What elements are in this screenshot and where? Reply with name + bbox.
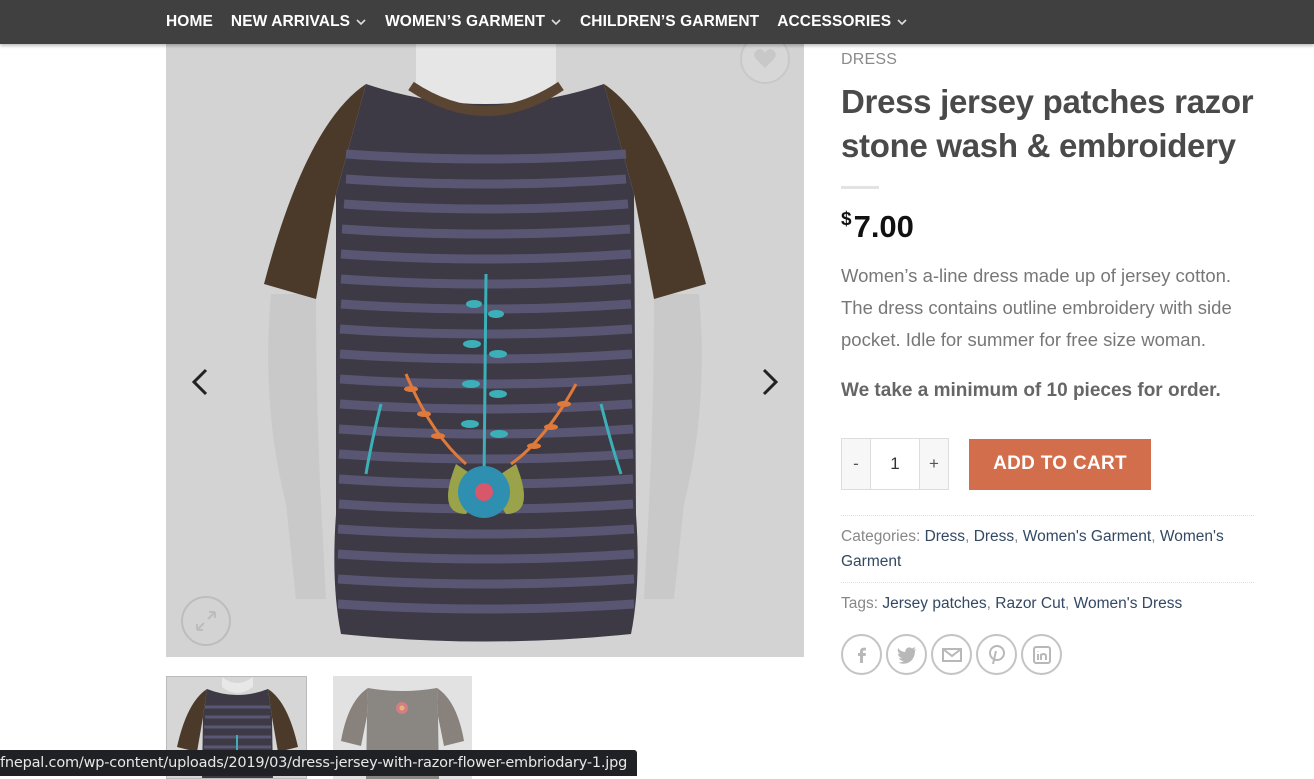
add-to-cart-button[interactable]: ADD TO CART bbox=[969, 438, 1151, 490]
product-photo bbox=[264, 44, 706, 642]
chevron-down-icon bbox=[897, 19, 907, 26]
tags-row: Tags: Jersey patches, Razor Cut, Women's… bbox=[841, 582, 1254, 624]
quantity-decrease-button[interactable]: - bbox=[842, 439, 870, 489]
nav-item-label: CHILDREN’S GARMENT bbox=[580, 13, 760, 30]
share-buttons bbox=[841, 634, 1066, 675]
nav-item-label: WOMEN’S GARMENT bbox=[385, 13, 546, 30]
category-link[interactable]: Women's Garment bbox=[1023, 528, 1151, 545]
nav-item-womens-garment[interactable]: WOMEN’S GARMENT bbox=[385, 13, 562, 31]
category-link[interactable]: Dress bbox=[925, 528, 965, 545]
tag-link[interactable]: Women's Dress bbox=[1074, 595, 1183, 612]
product-description: Women’s a-line dress made up of jersey c… bbox=[841, 265, 1232, 350]
product-price: $ 7.00 bbox=[841, 209, 1256, 245]
heart-icon bbox=[754, 49, 776, 68]
product-info: HOME/NEW ARRIVALS/WOMEN’S GARMENT/DRESS … bbox=[841, 30, 1256, 675]
quantity-increase-button[interactable]: + bbox=[920, 439, 948, 489]
minimum-order-note: We take a minimum of 10 pieces for order… bbox=[841, 380, 1221, 401]
breadcrumb-dress[interactable]: DRESS bbox=[841, 51, 897, 68]
title-divider bbox=[841, 186, 879, 189]
share-twitter-button[interactable] bbox=[886, 634, 927, 675]
share-linkedin-button[interactable] bbox=[1021, 634, 1062, 675]
category-link[interactable]: Dress bbox=[974, 528, 1014, 545]
nav-item-label: NEW ARRIVALS bbox=[230, 13, 351, 30]
chevron-right-icon[interactable] bbox=[754, 362, 784, 402]
tag-link[interactable]: Razor Cut bbox=[995, 595, 1065, 612]
browser-status-bar: fnepal.com/wp-content/uploads/2019/03/dr… bbox=[0, 750, 638, 776]
nav-item-label: ACCESSORIES bbox=[777, 13, 892, 30]
add-to-cart-form: - 1 + ADD TO CART bbox=[841, 438, 1151, 490]
tags-label: Tags: bbox=[841, 595, 879, 612]
email-icon bbox=[941, 647, 962, 662]
chevron-down-icon bbox=[356, 19, 366, 26]
product-main-image[interactable] bbox=[166, 44, 804, 657]
share-pinterest-button[interactable] bbox=[976, 634, 1017, 675]
product-meta: Categories: Dress, Dress, Women's Garmen… bbox=[841, 515, 1254, 624]
twitter-icon bbox=[897, 646, 916, 664]
pinterest-icon bbox=[988, 644, 1005, 664]
product-title: Dress jersey patches razor stone wash & … bbox=[841, 83, 1254, 164]
quantity-stepper: - 1 + bbox=[841, 438, 949, 490]
chevron-left-icon[interactable] bbox=[186, 362, 216, 402]
quantity-input[interactable]: 1 bbox=[870, 439, 920, 489]
linkedin-icon bbox=[1032, 645, 1051, 664]
price-amount: 7.00 bbox=[853, 209, 914, 244]
top-navigation: HOME NEW ARRIVALS WOMEN’S GARMENT CHILDR… bbox=[0, 0, 1314, 44]
nav-menu: HOME NEW ARRIVALS WOMEN’S GARMENT CHILDR… bbox=[166, 0, 926, 44]
price-currency: $ bbox=[841, 209, 852, 230]
share-email-button[interactable] bbox=[931, 634, 972, 675]
nav-item-home[interactable]: HOME bbox=[166, 13, 213, 31]
nav-item-new-arrivals[interactable]: NEW ARRIVALS bbox=[231, 13, 367, 31]
expand-icon bbox=[196, 611, 216, 631]
status-url: fnepal.com/wp-content/uploads/2019/03/dr… bbox=[0, 755, 628, 771]
share-facebook-button[interactable] bbox=[841, 634, 882, 675]
facebook-icon bbox=[857, 647, 866, 663]
nav-item-accessories[interactable]: ACCESSORIES bbox=[777, 13, 908, 31]
categories-label: Categories: bbox=[841, 528, 921, 545]
nav-item-label: HOME bbox=[166, 13, 213, 30]
zoom-button[interactable] bbox=[181, 596, 231, 646]
categories-row: Categories: Dress, Dress, Women's Garmen… bbox=[841, 515, 1254, 582]
tag-link[interactable]: Jersey patches bbox=[882, 595, 986, 612]
nav-item-childrens-garment[interactable]: CHILDREN’S GARMENT bbox=[580, 13, 759, 31]
chevron-down-icon bbox=[551, 19, 561, 26]
